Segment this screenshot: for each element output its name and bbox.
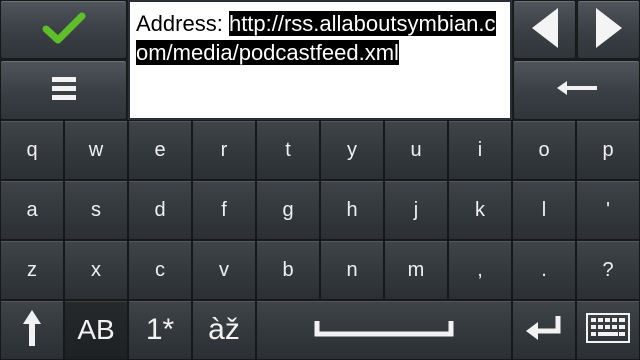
key[interactable]: a [0, 180, 64, 240]
checkmark-icon [42, 11, 86, 49]
key[interactable]: v [192, 240, 256, 300]
numbers-key[interactable]: 1* [128, 300, 192, 360]
key[interactable]: c [128, 240, 192, 300]
key[interactable]: r [192, 120, 256, 180]
confirm-button[interactable] [0, 0, 127, 59]
key[interactable]: , [448, 240, 512, 300]
key[interactable]: l [512, 180, 576, 240]
shift-arrow-icon [22, 308, 42, 353]
backspace-button[interactable] [513, 60, 640, 120]
address-text-field[interactable]: Address: http://rss.allaboutsymbian.com/… [128, 0, 512, 120]
key[interactable]: j [384, 180, 448, 240]
case-label: AB [77, 314, 115, 345]
keyboard-icon [586, 312, 630, 348]
accents-label: àž [208, 313, 240, 346]
key[interactable]: n [320, 240, 384, 300]
key[interactable]: b [256, 240, 320, 300]
key[interactable]: o [512, 120, 576, 180]
key[interactable]: z [0, 240, 64, 300]
shift-key[interactable] [0, 300, 64, 360]
key[interactable]: i [448, 120, 512, 180]
address-label: Address: [136, 11, 223, 36]
enter-icon [524, 314, 564, 347]
arrow-left-icon [528, 6, 562, 54]
key[interactable]: p [576, 120, 640, 180]
keyboard: q w e r t y u i o p a s d f g h j k l ' … [0, 120, 640, 300]
key[interactable]: u [384, 120, 448, 180]
cursor-right-button[interactable] [577, 0, 640, 59]
key[interactable]: s [64, 180, 128, 240]
key[interactable]: . [512, 240, 576, 300]
case-key[interactable]: AB [64, 300, 128, 360]
key[interactable]: f [192, 180, 256, 240]
key[interactable]: g [256, 180, 320, 240]
accents-key[interactable]: àž [192, 300, 256, 360]
space-bar-icon [314, 318, 454, 343]
space-key[interactable] [256, 300, 512, 360]
menu-icon [50, 75, 78, 105]
key[interactable]: y [320, 120, 384, 180]
enter-key[interactable] [512, 300, 576, 360]
key[interactable]: e [128, 120, 192, 180]
arrow-right-icon [592, 6, 626, 54]
key[interactable]: t [256, 120, 320, 180]
key[interactable]: ? [576, 240, 640, 300]
key[interactable]: q [0, 120, 64, 180]
key[interactable]: m [384, 240, 448, 300]
backspace-icon [555, 78, 599, 102]
key[interactable]: d [128, 180, 192, 240]
key[interactable]: w [64, 120, 128, 180]
keyboard-bottom-row: AB 1* àž [0, 300, 640, 360]
key[interactable]: ' [576, 180, 640, 240]
key[interactable]: x [64, 240, 128, 300]
numbers-label: 1* [145, 313, 175, 346]
menu-button[interactable] [0, 60, 127, 120]
cursor-left-button[interactable] [513, 0, 576, 59]
keyboard-layout-key[interactable] [576, 300, 640, 360]
key[interactable]: k [448, 180, 512, 240]
key[interactable]: h [320, 180, 384, 240]
